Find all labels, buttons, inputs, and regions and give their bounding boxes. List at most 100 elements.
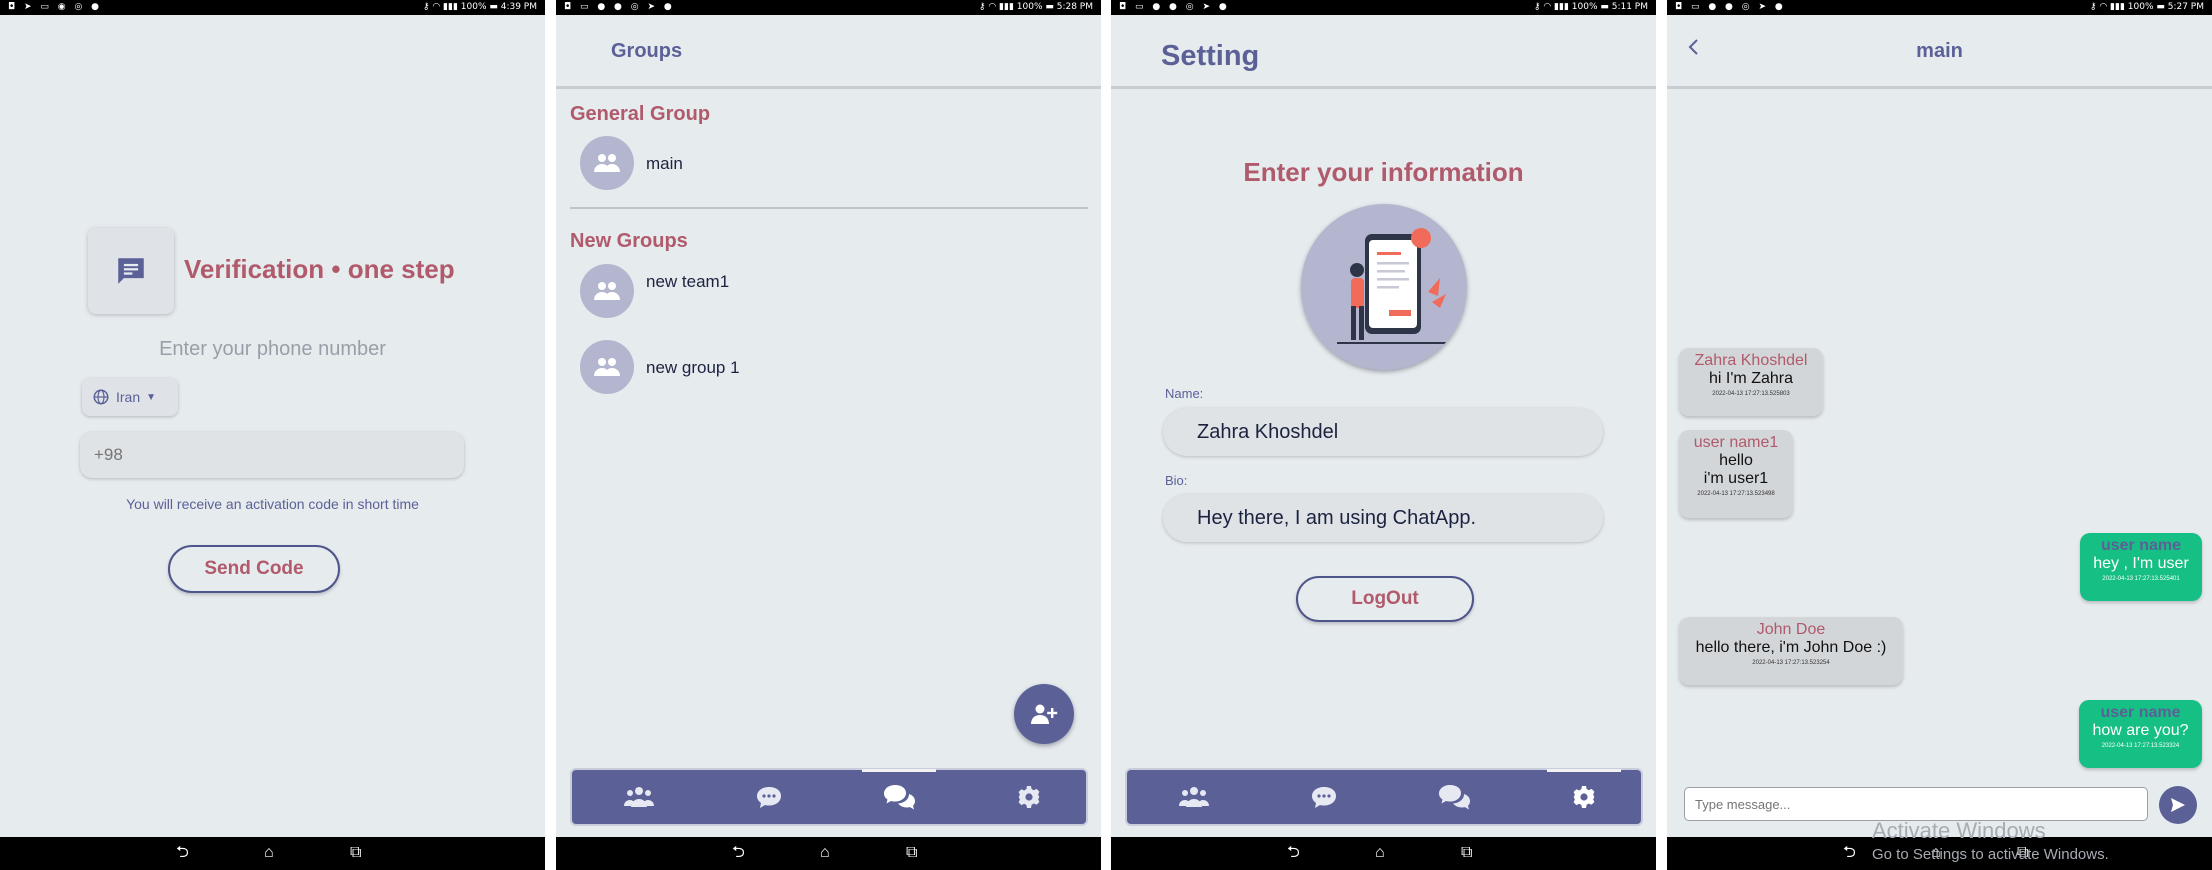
group-name: main (646, 154, 683, 173)
header-divider (556, 86, 1101, 89)
phone-illustration (1337, 228, 1447, 344)
bottom-tab-bar (1125, 768, 1643, 826)
send-icon (2171, 798, 2185, 812)
chats-icon (884, 785, 915, 810)
globe-icon (93, 389, 109, 405)
message-time: 2022-04-13 17:27:13.523254 (1752, 660, 1830, 666)
home-nav-icon[interactable]: ⌂ (264, 845, 274, 861)
message-bubble: user name1 hello i'm user1 2022-04-13 17… (1679, 430, 1793, 518)
send-code-button[interactable]: Send Code (168, 545, 340, 593)
name-label: Name: (1165, 386, 1204, 401)
bio-field[interactable]: Hey there, I am using ChatApp. (1163, 494, 1603, 542)
name-field[interactable]: Zahra Khoshdel (1163, 408, 1603, 456)
back-nav-icon[interactable]: ⮌ (1287, 845, 1300, 861)
battery-text: 100% (1571, 2, 1598, 12)
section-divider (570, 207, 1088, 209)
notification-icons: ◘ ▭ ● ● ◎ ➤ ● (1675, 2, 1786, 12)
recents-nav-icon[interactable]: ⧉ (1461, 845, 1472, 861)
notification-icons: ◘ ▭ ● ● ◎ ➤ ● (1119, 2, 1230, 12)
group-avatar (580, 340, 634, 394)
watermark-line2: Go to Settings to activate Windows. (1872, 846, 2109, 863)
page-title: Groups (611, 40, 683, 62)
tab-chat[interactable] (729, 770, 809, 824)
clock: 5:28 PM (1056, 2, 1093, 12)
country-selector[interactable]: Iran ▼ (82, 378, 178, 416)
group-name: new group 1 (646, 358, 740, 377)
watermark-line1: Activate Windows (1872, 818, 2046, 843)
message-time: 2022-04-13 17:27:13.523498 (1697, 491, 1775, 497)
my-message-bubble: user name hey , I'm user 2022-04-13 17:2… (2080, 533, 2202, 601)
header-divider (1111, 86, 1656, 89)
bio-label: Bio: (1165, 473, 1188, 488)
recents-nav-icon[interactable]: ⧉ (350, 845, 361, 861)
home-nav-icon[interactable]: ⌂ (1375, 845, 1385, 861)
message-bubble: John Doe hello there, i'm John Doe :) 20… (1679, 617, 1903, 685)
tab-groups[interactable] (1154, 770, 1234, 824)
tab-settings[interactable] (1544, 769, 1624, 824)
status-bar: ◘ ➤ ▭ ◉ ◎ ● ⚷ ◠ ▮▮▮ 100% ▬ 4:39 PM (0, 0, 545, 15)
new-groups-heading: New Groups (570, 230, 688, 252)
notification-icons: ◘ ▭ ● ● ◎ ➤ ● (564, 2, 675, 12)
message-bubble: Zahra Khoshdel hi I'm Zahra 2022-04-13 1… (1679, 348, 1823, 416)
setting-screen: ◘ ▭ ● ● ◎ ➤ ● ⚷ ◠ ▮▮▮ 100% ▬ 5:11 PM Set… (1111, 0, 1656, 870)
groups-screen: ◘ ▭ ● ● ◎ ➤ ● ⚷ ◠ ▮▮▮ 100% ▬ 5:28 PM Gro… (556, 0, 1101, 870)
clock: 4:39 PM (500, 2, 537, 12)
android-nav-bar: ⮌ ⌂ ⧉ (0, 837, 545, 870)
clock: 5:27 PM (2167, 2, 2204, 12)
message-text: hey , I'm user (2093, 555, 2189, 572)
message-text: hello (1719, 452, 1753, 469)
back-nav-icon[interactable]: ⮌ (1843, 845, 1856, 861)
chat-bubble-icon (1312, 787, 1336, 808)
tab-chat[interactable] (1284, 770, 1364, 824)
tab-chats[interactable] (1414, 770, 1494, 824)
android-nav-bar: ⮌ ⌂ ⧉ (556, 837, 1101, 870)
chat-screen: ◘ ▭ ● ● ◎ ➤ ● ⚷ ◠ ▮▮▮ 100% ▬ 5:27 PM mai… (1667, 0, 2212, 870)
message-text: how are you? (2092, 722, 2189, 739)
message-time: 2022-04-13 17:27:13.525401 (2102, 576, 2180, 582)
message-time: 2022-04-13 17:27:13.523324 (2101, 743, 2180, 749)
activation-hint: You will receive an activation code in s… (126, 496, 419, 512)
back-nav-icon[interactable]: ⮌ (732, 845, 745, 861)
bottom-tab-bar (570, 768, 1088, 826)
page-title: Setting (1161, 40, 1260, 72)
group-icon (594, 282, 620, 300)
group-icon (624, 787, 654, 807)
group-icon (1179, 787, 1209, 807)
country-label: Iran (116, 389, 141, 405)
message-input[interactable] (1684, 787, 2148, 821)
list-item[interactable]: new team1 (580, 264, 1080, 322)
battery-text: 100% (460, 2, 487, 12)
verification-title: Verification • one step (184, 254, 455, 284)
gear-icon (1573, 786, 1595, 808)
recents-nav-icon[interactable]: ⧉ (906, 845, 917, 861)
group-avatar (580, 264, 634, 318)
group-icon (594, 358, 620, 376)
add-group-fab[interactable] (1014, 684, 1074, 744)
add-user-icon (1031, 704, 1058, 724)
list-item[interactable]: new group 1 (580, 340, 1080, 398)
logout-button[interactable]: LogOut (1296, 576, 1474, 622)
message-text: hi I'm Zahra (1709, 370, 1793, 387)
chevron-down-icon: ▼ (146, 391, 157, 403)
battery-text: 100% (1016, 2, 1043, 12)
tab-settings[interactable] (989, 770, 1069, 824)
tab-active-indicator (1547, 769, 1621, 772)
profile-illustration (1301, 204, 1467, 370)
send-button[interactable] (2159, 786, 2197, 824)
windows-watermark: Activate Windows Go to Settings to activ… (1872, 818, 2109, 863)
back-nav-icon[interactable]: ⮌ (176, 845, 189, 861)
tab-chats[interactable] (859, 769, 939, 824)
home-nav-icon[interactable]: ⌂ (820, 845, 830, 861)
phone-input[interactable] (80, 432, 464, 478)
tab-groups[interactable] (599, 770, 679, 824)
verification-screen: ◘ ➤ ▭ ◉ ◎ ● ⚷ ◠ ▮▮▮ 100% ▬ 4:39 PM Verif… (0, 0, 545, 870)
chat-title: main (1916, 40, 1963, 62)
notification-icons: ◘ ➤ ▭ ◉ ◎ ● (8, 2, 103, 12)
info-title: Enter your information (1243, 157, 1524, 187)
message-sender: user name (2100, 537, 2182, 554)
message-text: hello there, i'm John Doe :) (1695, 639, 1887, 656)
status-bar: ◘ ▭ ● ● ◎ ➤ ● ⚷ ◠ ▮▮▮ 100% ▬ 5:28 PM (556, 0, 1101, 15)
group-icon (594, 154, 620, 172)
my-message-bubble: user name how are you? 2022-04-13 17:27:… (2079, 700, 2202, 768)
list-item[interactable]: main (580, 136, 1080, 194)
